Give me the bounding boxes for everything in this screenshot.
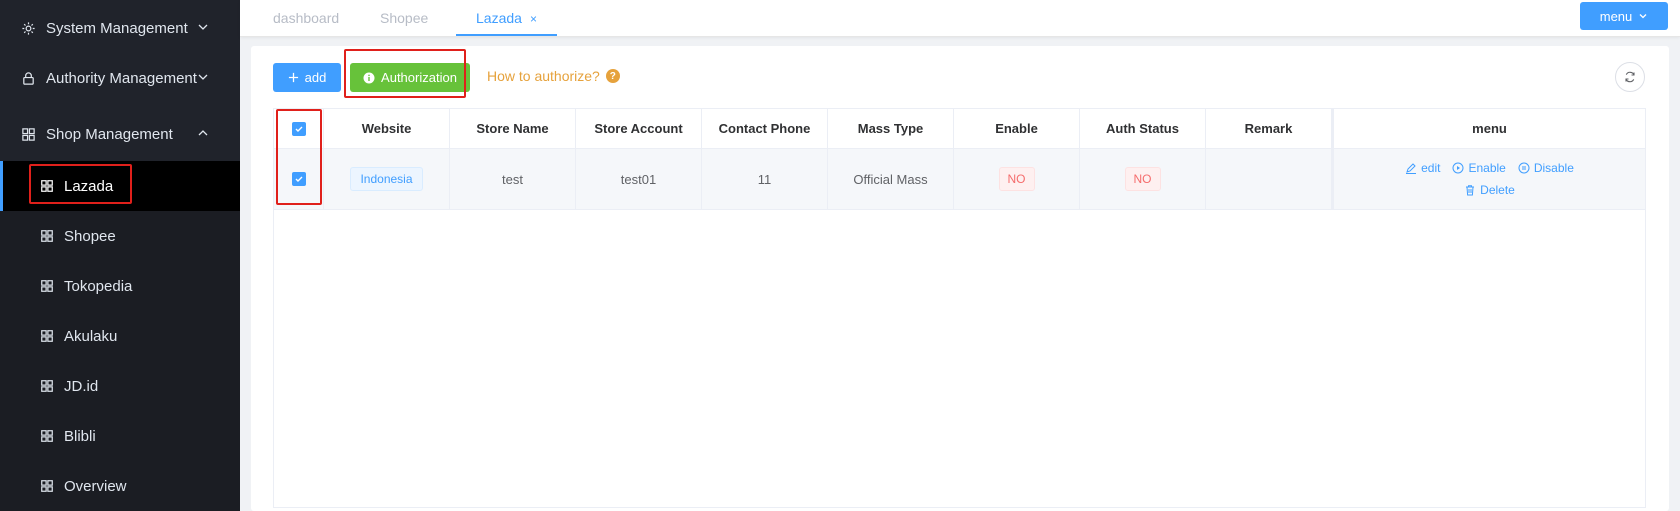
- sidebar-item-tokopedia[interactable]: Tokopedia: [0, 261, 240, 311]
- col-store-account[interactable]: Store Account: [576, 109, 702, 148]
- cell-website: Indonesia: [324, 149, 450, 209]
- tab-label: Shopee: [380, 10, 429, 26]
- grid-icon: [40, 179, 54, 193]
- enable-button[interactable]: Enable: [1452, 161, 1506, 175]
- add-button[interactable]: add: [273, 63, 341, 92]
- delete-button[interactable]: Delete: [1464, 183, 1515, 197]
- sidebar-group-authority[interactable]: Authority Management: [0, 50, 240, 106]
- edit-button[interactable]: edit: [1405, 161, 1440, 175]
- website-tag: Indonesia: [350, 167, 423, 191]
- play-icon: [1452, 162, 1464, 174]
- grid-icon: [40, 279, 54, 293]
- enable-status-tag: NO: [998, 167, 1035, 191]
- grid-icon: [40, 229, 54, 243]
- sidebar-item-akulaku[interactable]: Akulaku: [0, 311, 240, 361]
- tab-dashboard[interactable]: dashboard: [273, 0, 339, 36]
- sidebar-group-label: Shop Management: [46, 125, 173, 143]
- refresh-button[interactable]: [1615, 62, 1645, 92]
- col-enable[interactable]: Enable: [954, 109, 1080, 148]
- col-menu: menu: [1332, 109, 1645, 148]
- col-mass-type[interactable]: Mass Type: [828, 109, 954, 148]
- sidebar-item-label: Tokopedia: [64, 277, 133, 295]
- sidebar-group-shop[interactable]: Shop Management: [0, 106, 240, 162]
- sidebar-item-label: Overview: [64, 477, 127, 495]
- trash-icon: [1466, 185, 1475, 196]
- disable-button[interactable]: Disable: [1518, 161, 1574, 175]
- row-checkbox[interactable]: [291, 172, 306, 186]
- how-to-authorize-link[interactable]: How to authorize? ?: [487, 68, 620, 84]
- sidebar-item-label: Blibli: [64, 427, 96, 445]
- col-website[interactable]: Website: [324, 109, 450, 148]
- delete-label: Delete: [1480, 183, 1515, 197]
- sidebar-item-label: JD.id: [64, 377, 99, 395]
- cell-store-name: test: [450, 149, 576, 209]
- table-row[interactable]: Indonesia test test01 11 Official Mass N…: [274, 149, 1645, 210]
- pause-icon: [1518, 162, 1530, 174]
- shop-table: Website Store Name Store Account Contact…: [273, 108, 1646, 508]
- sidebar-item-overview[interactable]: Overview: [0, 461, 240, 511]
- table-header: Website Store Name Store Account Contact…: [274, 109, 1645, 149]
- sidebar-group-system[interactable]: System Management: [0, 0, 240, 56]
- sidebar-item-blibli[interactable]: Blibli: [0, 411, 240, 461]
- edit-label: edit: [1421, 161, 1441, 175]
- grid-icon: [40, 429, 54, 443]
- authorization-label: Authorization: [381, 70, 457, 85]
- add-label: add: [304, 70, 327, 85]
- auth-status-tag: NO: [1124, 167, 1161, 191]
- sidebar-item-shopee[interactable]: Shopee: [0, 211, 240, 261]
- grid-icon: [40, 379, 54, 393]
- main-card: add Authorization How to authorize? ? We…: [251, 46, 1669, 511]
- header-checkbox-cell: [274, 109, 324, 148]
- cell-contact-phone: 11: [702, 149, 828, 209]
- select-all-checkbox[interactable]: [291, 121, 306, 136]
- cell-enable: NO: [954, 149, 1080, 209]
- sidebar-item-label: Lazada: [64, 177, 114, 195]
- tab-label: Lazada: [476, 10, 522, 26]
- authorization-button[interactable]: Authorization: [350, 63, 470, 92]
- how-label: How to authorize?: [487, 68, 600, 84]
- enable-label: Enable: [1468, 161, 1506, 175]
- tab-lazada[interactable]: Lazada ×: [456, 0, 557, 36]
- chevron-up-icon: [198, 130, 208, 136]
- grid-icon: [40, 329, 54, 343]
- sidebar-item-jdid[interactable]: JD.id: [0, 361, 240, 411]
- col-remark[interactable]: Remark: [1206, 109, 1332, 148]
- chevron-down-icon: [1639, 14, 1647, 19]
- lock-icon: [20, 70, 36, 86]
- sidebar-item-lazada[interactable]: Lazada: [0, 161, 240, 211]
- col-contact-phone[interactable]: Contact Phone: [702, 109, 828, 148]
- cell-store-account: test01: [576, 149, 702, 209]
- sidebar-item-label: Akulaku: [64, 327, 118, 345]
- grid-icon: [20, 126, 36, 142]
- tab-label: dashboard: [273, 10, 340, 26]
- gear-icon: [20, 20, 36, 36]
- tab-shopee[interactable]: Shopee: [380, 0, 428, 36]
- cell-operations: edit Enable Disable Delete: [1332, 149, 1645, 209]
- tab-bar: dashboard Shopee Lazada × menu: [240, 0, 1680, 37]
- disable-label: Disable: [1533, 161, 1574, 175]
- info-icon: [363, 72, 375, 83]
- menu-label: menu: [1599, 8, 1633, 24]
- row-checkbox-cell: [274, 149, 324, 209]
- plus-icon: [288, 72, 298, 83]
- menu-dropdown-button[interactable]: menu: [1580, 2, 1668, 30]
- sidebar-item-label: Shopee: [64, 227, 116, 245]
- sidebar-group-label: System Management: [46, 19, 188, 37]
- chevron-down-icon: [198, 74, 208, 80]
- sidebar-group-label: Authority Management: [46, 69, 197, 87]
- cell-auth-status: NO: [1080, 149, 1206, 209]
- cell-remark: [1206, 149, 1332, 209]
- edit-icon: [1406, 163, 1417, 174]
- sidebar: System Management Authority Management S…: [0, 0, 240, 511]
- grid-icon: [40, 479, 54, 493]
- col-auth-status[interactable]: Auth Status: [1080, 109, 1206, 148]
- close-icon[interactable]: ×: [530, 12, 537, 26]
- refresh-icon: [1625, 71, 1635, 83]
- col-store-name[interactable]: Store Name: [450, 109, 576, 148]
- cell-mass-type: Official Mass: [828, 149, 954, 209]
- chevron-down-icon: [198, 24, 208, 30]
- question-icon: ?: [605, 69, 620, 83]
